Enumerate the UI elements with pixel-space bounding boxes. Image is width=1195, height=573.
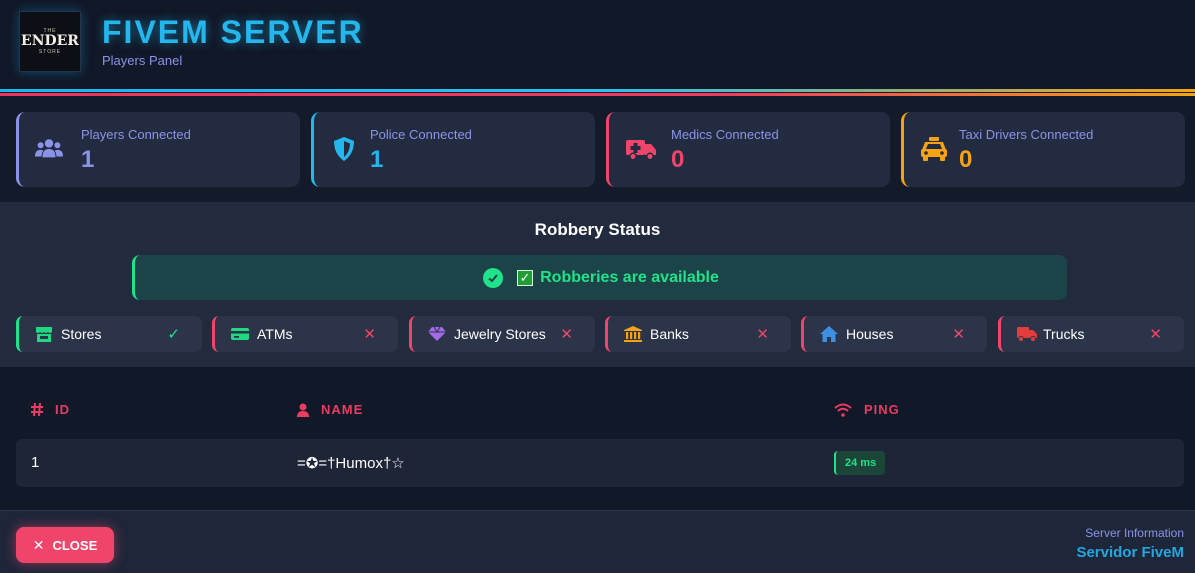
server-logo: THE ENDER STORE <box>19 11 81 72</box>
robbery-status-text: Robberies are available <box>540 268 719 286</box>
footer: ✕ CLOSE Server Information Servidor Five… <box>0 510 1195 573</box>
stat-value: 1 <box>370 146 384 173</box>
shield-icon <box>334 137 354 161</box>
check-icon: ✓ <box>167 326 180 343</box>
robbery-item-atms: ATMs ✕ <box>212 316 398 352</box>
gem-icon <box>428 326 446 341</box>
robbery-title: Robbery Status <box>534 220 661 239</box>
stat-card-police: Police Connected 1 <box>311 112 595 187</box>
robbery-item-label: ATMs <box>257 326 293 342</box>
table-row[interactable]: 1 =✪=†Humox†☆ 24 ms <box>16 439 1184 487</box>
server-info-label: Server Information <box>1085 526 1184 540</box>
column-header-name[interactable]: NAME <box>297 402 363 417</box>
stat-value: 0 <box>671 146 685 173</box>
robbery-item-label: Houses <box>846 326 894 342</box>
taxi-icon <box>921 137 947 161</box>
close-button-label: CLOSE <box>52 537 98 553</box>
stat-label: Medics Connected <box>671 127 779 142</box>
player-id: 1 <box>31 454 40 471</box>
robbery-item-trucks: Trucks ✕ <box>998 316 1184 352</box>
robbery-item-stores: Stores ✓ <box>16 316 202 352</box>
close-icon: ✕ <box>952 326 965 343</box>
robbery-status-banner: ✓ Robberies are available <box>132 255 1067 300</box>
robbery-item-label: Jewelry Stores <box>454 326 546 342</box>
close-icon: ✕ <box>1149 326 1162 343</box>
hash-icon <box>31 403 43 416</box>
robbery-item-houses: Houses ✕ <box>801 316 987 352</box>
robbery-item-label: Trucks <box>1043 326 1085 342</box>
close-icon: ✕ <box>32 536 45 553</box>
users-icon <box>35 139 63 158</box>
column-header-label: PING <box>864 402 900 417</box>
robbery-item-label: Stores <box>61 326 102 342</box>
close-icon: ✕ <box>756 326 769 343</box>
robbery-section: Robbery Status ✓ Robberies are available… <box>0 202 1195 367</box>
column-header-label: ID <box>55 402 70 417</box>
player-name: =✪=†Humox†☆ <box>297 455 405 472</box>
logo-text: ENDER <box>21 33 79 49</box>
column-header-ping[interactable]: PING <box>834 402 900 417</box>
truck-icon <box>1017 327 1037 342</box>
page-title: FIVEM SERVER <box>102 14 364 50</box>
wifi-icon <box>834 403 852 417</box>
robbery-item-jewelry: Jewelry Stores ✕ <box>409 316 595 352</box>
stat-label: Taxi Drivers Connected <box>959 127 1094 142</box>
close-button[interactable]: ✕ CLOSE <box>16 527 114 563</box>
header-divider-bottom <box>0 93 1195 96</box>
stat-card-taxi: Taxi Drivers Connected 0 <box>901 112 1185 187</box>
store-icon <box>36 327 52 342</box>
house-icon <box>820 326 838 342</box>
check-circle-icon <box>483 267 504 288</box>
stat-value: 0 <box>959 146 973 173</box>
stat-label: Players Connected <box>81 127 191 142</box>
page-subtitle: Players Panel <box>102 53 183 68</box>
ping-badge: 24 ms <box>834 451 886 475</box>
robbery-item-banks: Banks ✕ <box>605 316 791 352</box>
stat-label: Police Connected <box>370 127 472 142</box>
atm-card-icon <box>231 328 249 340</box>
header: THE ENDER STORE FIVEM SERVER Players Pan… <box>0 0 1195 90</box>
bank-icon <box>624 326 642 342</box>
close-icon: ✕ <box>560 326 573 343</box>
stat-value: 1 <box>81 146 95 173</box>
column-header-label: NAME <box>321 402 364 417</box>
ambulance-icon <box>626 140 656 161</box>
user-icon <box>297 403 309 417</box>
stat-card-medics: Medics Connected 0 <box>606 112 890 187</box>
server-info-value: Servidor FiveM <box>1076 544 1184 561</box>
close-icon: ✕ <box>363 326 376 343</box>
checkbox-icon: ✓ <box>517 269 534 286</box>
header-divider-top <box>0 89 1195 92</box>
players-table: ID NAME PING 1 =✪=†Humox†☆ 24 ms <box>0 367 1195 510</box>
robbery-item-label: Banks <box>650 326 689 342</box>
column-header-id[interactable]: ID <box>31 402 70 417</box>
logo-small-bottom: STORE <box>38 49 62 55</box>
stat-card-players: Players Connected 1 <box>16 112 300 187</box>
